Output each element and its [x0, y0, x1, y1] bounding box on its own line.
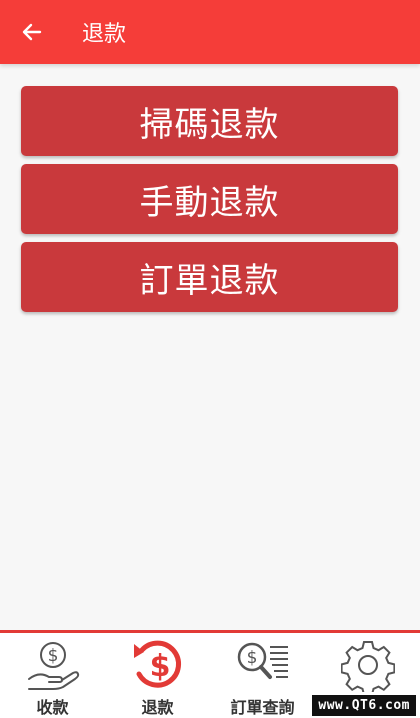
nav-item-order-search[interactable]: $ 訂單查詢 [210, 633, 315, 718]
order-refund-button[interactable]: 訂單退款 [21, 242, 398, 312]
svg-text:$: $ [149, 649, 170, 684]
svg-text:$: $ [246, 648, 257, 668]
nav-item-refund[interactable]: $ 退款 [105, 633, 210, 718]
nav-label-refund: 退款 [141, 698, 174, 717]
hand-dollar-icon: $ [23, 638, 83, 692]
svg-text:$: $ [47, 646, 58, 666]
top-app-bar: 退款 [0, 0, 420, 64]
manual-refund-button[interactable]: 手動退款 [21, 164, 398, 234]
nav-item-collect[interactable]: $ 收款 [0, 633, 105, 718]
page-title: 退款 [82, 22, 127, 47]
site-watermark: www.QT6.com [312, 695, 416, 716]
scan-refund-button[interactable]: 掃碼退款 [21, 86, 398, 156]
refund-dollar-icon: $ [128, 638, 188, 692]
refund-actions: 掃碼退款 手動退款 訂單退款 [21, 86, 398, 312]
back-button[interactable] [0, 0, 64, 64]
gear-icon [338, 638, 398, 692]
nav-label-collect: 收款 [36, 698, 69, 717]
search-receipt-icon: $ [233, 638, 293, 692]
refund-screen: 退款 掃碼退款 手動退款 訂單退款 $ 收款 $ 退款 $ 訂單查詢 www.Q… [0, 0, 420, 718]
nav-label-order-search: 訂單查詢 [230, 698, 295, 717]
arrow-left-icon [22, 23, 42, 41]
